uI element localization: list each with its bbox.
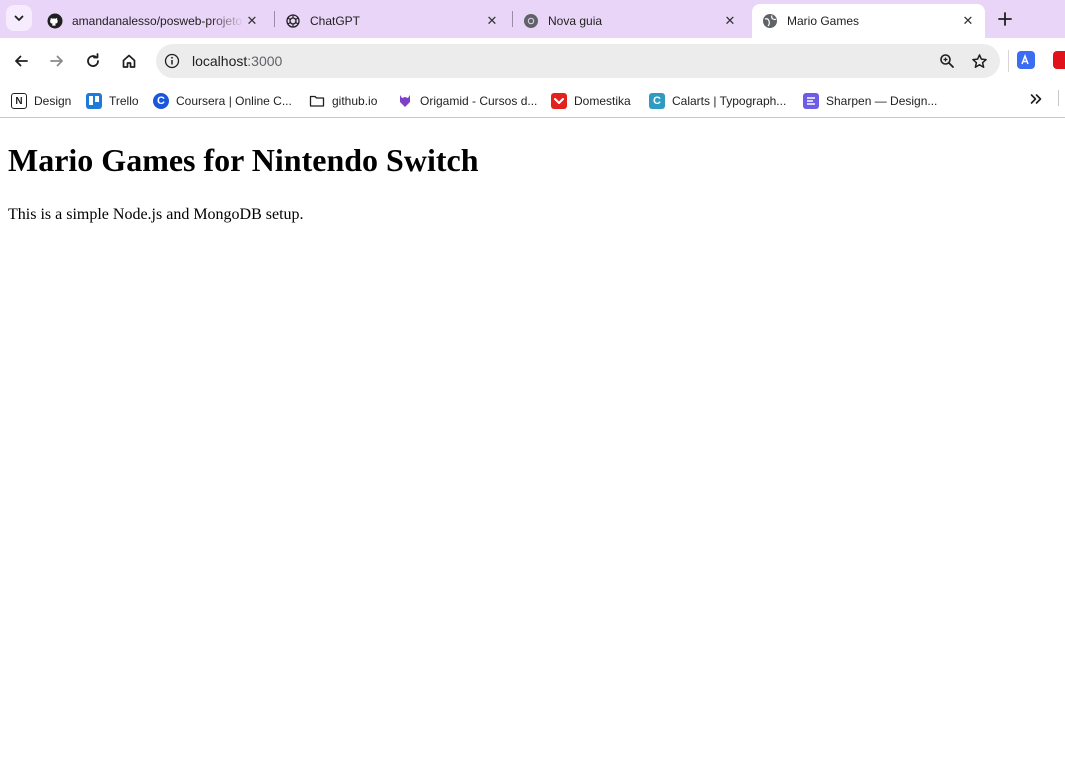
bookmark-star-icon[interactable] bbox=[968, 50, 990, 72]
toolbar-divider bbox=[1008, 50, 1009, 72]
sharpen-icon bbox=[803, 93, 819, 109]
chrome-icon bbox=[523, 13, 539, 29]
zoom-icon[interactable] bbox=[936, 50, 958, 72]
tab-title: amandanalesso/posweb-projeto bbox=[72, 14, 243, 28]
reload-icon bbox=[87, 53, 99, 67]
translate-extension-icon[interactable] bbox=[1017, 51, 1035, 69]
page-description: This is a simple Node.js and MongoDB set… bbox=[8, 206, 304, 223]
url-port: :3000 bbox=[247, 53, 283, 69]
plus-icon bbox=[998, 12, 1012, 26]
bookmark-label: github.io bbox=[332, 94, 378, 108]
github-icon bbox=[47, 13, 63, 29]
close-icon[interactable]: ✕ bbox=[722, 13, 738, 29]
bookmark-domestika[interactable]: Domestika bbox=[551, 90, 631, 112]
page-title: Mario Games for Nintendo Switch bbox=[8, 142, 479, 178]
page-viewport: Mario Games for Nintendo Switch This is … bbox=[0, 119, 1065, 774]
tab-title: Nova guia bbox=[548, 14, 603, 28]
tab-title: Mario Games bbox=[787, 14, 860, 28]
bookmarks-divider bbox=[1058, 90, 1059, 106]
bookmark-label: Calarts | Typograph... bbox=[672, 94, 787, 108]
origamid-icon bbox=[397, 93, 413, 109]
url-host: localhost bbox=[192, 53, 248, 69]
domestika-icon bbox=[551, 93, 567, 109]
globe-icon bbox=[762, 13, 778, 29]
forward-button[interactable] bbox=[43, 47, 71, 75]
back-button[interactable] bbox=[7, 47, 35, 75]
bookmark-trello[interactable]: Trello bbox=[86, 90, 139, 112]
bookmark-label: Origamid - Cursos d... bbox=[420, 94, 538, 108]
coursera-icon: C bbox=[153, 93, 169, 109]
bookmark-sharpen[interactable]: Sharpen — Design... bbox=[803, 90, 937, 112]
bookmark-origamid[interactable]: Origamid - Cursos d... bbox=[397, 90, 537, 112]
bookmark-label: Sharpen — Design... bbox=[826, 94, 938, 108]
bookmark-label: Domestika bbox=[574, 94, 631, 108]
coursera-c-icon: C bbox=[649, 93, 665, 109]
toolbar: localhost:3000 bbox=[0, 38, 1065, 84]
close-icon[interactable]: ✕ bbox=[484, 13, 500, 29]
arrow-left-icon bbox=[15, 55, 28, 67]
bookmark-design[interactable]: N Design bbox=[11, 90, 71, 112]
bookmark-label: Coursera | Online C... bbox=[176, 94, 292, 108]
close-icon[interactable]: ✕ bbox=[244, 13, 260, 29]
arrow-right-icon bbox=[50, 55, 63, 67]
tab-search-button[interactable] bbox=[6, 5, 32, 31]
bookmarks-bar: N Design Trello C Coursera | Online C...… bbox=[0, 84, 1065, 118]
bookmark-coursera[interactable]: C Coursera | Online C... bbox=[153, 90, 292, 112]
tab-title: ChatGPT bbox=[310, 14, 361, 28]
reload-button[interactable] bbox=[79, 47, 107, 75]
url-text[interactable]: localhost:3000 bbox=[192, 53, 936, 69]
tab-strip: amandanalesso/posweb-projeto ✕ ChatGPT ✕… bbox=[0, 0, 1065, 38]
double-chevron-right-icon bbox=[1030, 94, 1042, 104]
chevron-down-icon bbox=[14, 15, 24, 21]
home-button[interactable] bbox=[115, 47, 143, 75]
tab-mario-games[interactable]: Mario Games ✕ bbox=[752, 4, 985, 38]
address-bar[interactable]: localhost:3000 bbox=[156, 44, 1000, 78]
home-icon bbox=[122, 54, 136, 68]
site-info-icon[interactable] bbox=[164, 53, 180, 69]
extension-icon[interactable] bbox=[1053, 51, 1065, 69]
tab-github[interactable]: amandanalesso/posweb-projeto ✕ bbox=[37, 4, 269, 38]
more-bookmarks-button[interactable] bbox=[1026, 89, 1046, 109]
tab-chatgpt[interactable]: ChatGPT ✕ bbox=[275, 4, 509, 38]
tab-nova-guia[interactable]: Nova guia ✕ bbox=[513, 4, 747, 38]
new-tab-button[interactable] bbox=[993, 7, 1017, 31]
bookmark-label: Design bbox=[34, 94, 72, 108]
trello-icon bbox=[86, 93, 102, 109]
chatgpt-icon bbox=[285, 13, 301, 29]
bookmark-github-io[interactable]: github.io bbox=[309, 90, 377, 112]
bookmark-calarts[interactable]: C Calarts | Typograph... bbox=[649, 90, 786, 112]
close-icon[interactable]: ✕ bbox=[960, 13, 976, 29]
folder-icon bbox=[309, 93, 325, 109]
notion-icon: N bbox=[11, 93, 27, 109]
bookmark-label: Trello bbox=[109, 94, 139, 108]
